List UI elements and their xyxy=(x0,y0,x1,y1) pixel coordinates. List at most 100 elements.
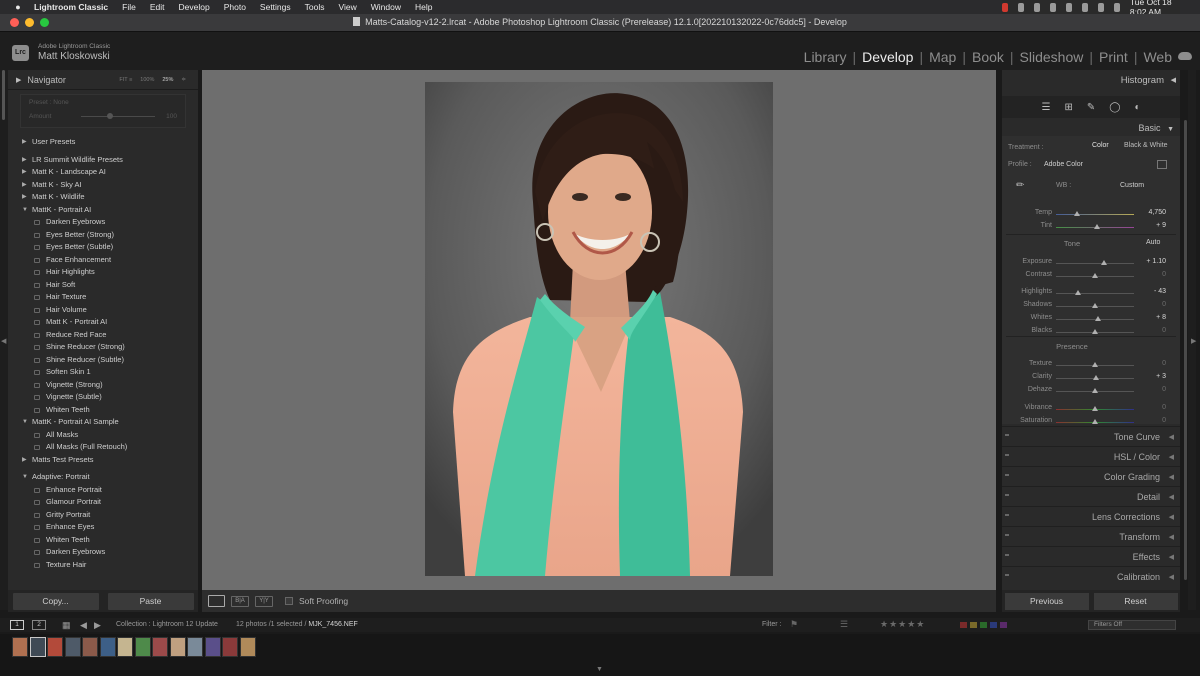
collapsed-triangle-icon[interactable]: ▶ xyxy=(22,454,27,467)
right-scrollbar[interactable] xyxy=(1184,120,1187,580)
collection-label[interactable]: Collection : Lightroom 12 Update xyxy=(116,621,218,628)
filmstrip-thumbnail[interactable] xyxy=(134,637,151,657)
preset-item[interactable]: Matt K - Portrait AI xyxy=(20,316,194,329)
menu-photo[interactable]: Photo xyxy=(224,2,246,12)
module-print[interactable]: Print xyxy=(1099,49,1128,65)
panel-hsl-color[interactable]: HSL / Color ◀ xyxy=(1002,446,1180,466)
menu-view[interactable]: View xyxy=(338,2,356,12)
panel-effects[interactable]: Effects ◀ xyxy=(1002,546,1180,566)
slider-thumb[interactable] xyxy=(1095,316,1102,321)
collapsed-triangle-icon[interactable]: ▶ xyxy=(22,154,27,167)
slider-track[interactable] xyxy=(1056,263,1134,264)
slider-shadows[interactable]: Shadows 0 xyxy=(1002,300,1180,312)
slider-value[interactable]: + 3 xyxy=(1156,373,1166,380)
expand-triangle-icon[interactable]: ◀ xyxy=(1169,513,1174,521)
preset-item[interactable]: Reduce Red Face xyxy=(20,329,194,342)
slider-value[interactable]: 0 xyxy=(1162,327,1166,334)
wb-eyedropper-icon[interactable]: ✏ xyxy=(1016,180,1024,191)
cloud-sync-icon[interactable] xyxy=(1178,52,1192,60)
preset-item[interactable]: Eyes Better (Subtle) xyxy=(20,241,194,254)
bottom-panel-toggle-icon[interactable]: ▼ xyxy=(596,666,603,673)
basic-collapse-icon[interactable]: ▼ xyxy=(1167,126,1174,133)
preset-item[interactable]: Whiten Teeth xyxy=(20,534,194,547)
preset-group[interactable]: ▶ Matt K - Wildlife xyxy=(20,191,194,204)
slider-value[interactable]: 4,750 xyxy=(1148,209,1166,216)
slider-value[interactable]: - 43 xyxy=(1154,288,1166,295)
preset-item[interactable]: Soften Skin 1 xyxy=(20,366,194,379)
preset-item[interactable]: Hair Soft xyxy=(20,279,194,292)
menu-edit[interactable]: Edit xyxy=(150,2,165,12)
slider-value[interactable]: 0 xyxy=(1162,404,1166,411)
app-menu[interactable]: Lightroom Classic xyxy=(34,2,108,12)
slider-vibrance[interactable]: Vibrance 0 xyxy=(1002,403,1180,415)
slider-thumb[interactable] xyxy=(1092,375,1099,380)
expand-triangle-icon[interactable]: ◀ xyxy=(1169,453,1174,461)
preset-group[interactable]: ▼ MattK - Portrait AI xyxy=(20,204,194,217)
slider-thumb[interactable] xyxy=(1092,419,1098,424)
filmstrip-thumbnail[interactable] xyxy=(99,637,116,657)
expand-triangle-icon[interactable]: ◀ xyxy=(1169,573,1174,581)
preset-item[interactable]: All Masks (Full Retouch) xyxy=(20,441,194,454)
collapsed-triangle-icon[interactable]: ▶ xyxy=(22,136,27,149)
slider-track[interactable] xyxy=(1056,214,1134,215)
slider-blacks[interactable]: Blacks 0 xyxy=(1002,326,1180,338)
slider-track[interactable] xyxy=(1056,293,1134,294)
battery-icon[interactable] xyxy=(1049,2,1056,12)
navigator-header[interactable]: ▶ Navigator FIT ≡ 100% 25% ≑ xyxy=(8,70,198,90)
forward-arrow-icon[interactable]: ▶ xyxy=(94,620,101,631)
grid-view-icon[interactable]: ▦ xyxy=(62,620,71,631)
filmstrip-thumbnail[interactable] xyxy=(47,637,63,657)
left-panel-toggle-icon[interactable]: ◀ xyxy=(1,337,6,345)
reset-button[interactable]: Reset xyxy=(1093,592,1178,610)
preset-item[interactable]: Darken Eyebrows xyxy=(20,216,194,229)
panel-switch-icon[interactable] xyxy=(1005,454,1009,456)
filters-off-dropdown[interactable]: Filters Off xyxy=(1088,620,1176,630)
collapsed-triangle-icon[interactable]: ▶ xyxy=(22,179,27,192)
preset-item[interactable]: Hair Volume xyxy=(20,304,194,317)
previous-button[interactable]: Previous xyxy=(1004,592,1089,610)
preset-group[interactable]: ▶ Matt K - Landscape AI xyxy=(20,166,194,179)
zoom-100[interactable]: 100% xyxy=(140,77,154,83)
module-book[interactable]: Book xyxy=(972,49,1004,65)
preset-item[interactable]: Shine Reducer (Strong) xyxy=(20,341,194,354)
soft-proofing-label[interactable]: Soft Proofing xyxy=(299,596,348,606)
healing-brush-icon[interactable]: ✎ xyxy=(1087,102,1095,113)
preset-item[interactable]: Hair Highlights xyxy=(20,266,194,279)
slider-thumb[interactable] xyxy=(1092,388,1098,393)
filmstrip-thumbnail[interactable] xyxy=(187,637,203,657)
preset-item[interactable]: Face Enhancement xyxy=(20,254,194,267)
before-after-button[interactable]: B|A xyxy=(231,595,249,607)
menu-window[interactable]: Window xyxy=(371,2,401,12)
slider-value[interactable]: 0 xyxy=(1162,417,1166,424)
slider-value[interactable]: 0 xyxy=(1162,386,1166,393)
slider-exposure[interactable]: Exposure + 1.10 xyxy=(1002,257,1180,269)
expanded-triangle-icon[interactable]: ▼ xyxy=(22,471,28,484)
soft-proofing-checkbox[interactable] xyxy=(285,597,293,605)
filmstrip-thumbnail[interactable] xyxy=(204,637,221,657)
basic-panel-header[interactable]: Basic ▼ xyxy=(1139,123,1174,133)
zoom-custom[interactable]: ≑ xyxy=(181,77,186,83)
preset-item[interactable]: Enhance Eyes xyxy=(20,521,194,534)
module-slideshow[interactable]: Slideshow xyxy=(1020,49,1084,65)
histogram-header[interactable]: Histogram ◀ xyxy=(1002,70,1180,92)
profile-browser-icon[interactable] xyxy=(1157,160,1167,169)
preset-item[interactable]: Enhance Portrait xyxy=(20,484,194,497)
control-center-icon[interactable] xyxy=(1097,2,1104,12)
slider-value[interactable]: + 9 xyxy=(1156,222,1166,229)
amount-slider-thumb[interactable] xyxy=(107,113,113,119)
zoom-fit[interactable]: FIT ≡ xyxy=(119,77,132,83)
wifi-icon[interactable] xyxy=(1065,2,1072,12)
expand-triangle-icon[interactable]: ◀ xyxy=(1169,473,1174,481)
zoom-25[interactable]: 25% xyxy=(162,77,173,83)
module-develop[interactable]: Develop xyxy=(862,49,913,65)
preset-group[interactable]: ▼ Adaptive: Portrait xyxy=(20,471,194,484)
slider-thumb[interactable] xyxy=(1093,224,1100,229)
spotlight-search-icon[interactable] xyxy=(1081,2,1088,12)
slider-thumb[interactable] xyxy=(1092,303,1098,308)
slider-clarity[interactable]: Clarity + 3 xyxy=(1002,372,1180,384)
slider-highlights[interactable]: Highlights - 43 xyxy=(1002,287,1180,299)
module-web[interactable]: Web xyxy=(1143,49,1172,65)
profile-dropdown[interactable]: Adobe Color xyxy=(1044,161,1083,168)
panel-switch-icon[interactable] xyxy=(1005,514,1009,516)
slider-whites[interactable]: Whites + 8 xyxy=(1002,313,1180,325)
